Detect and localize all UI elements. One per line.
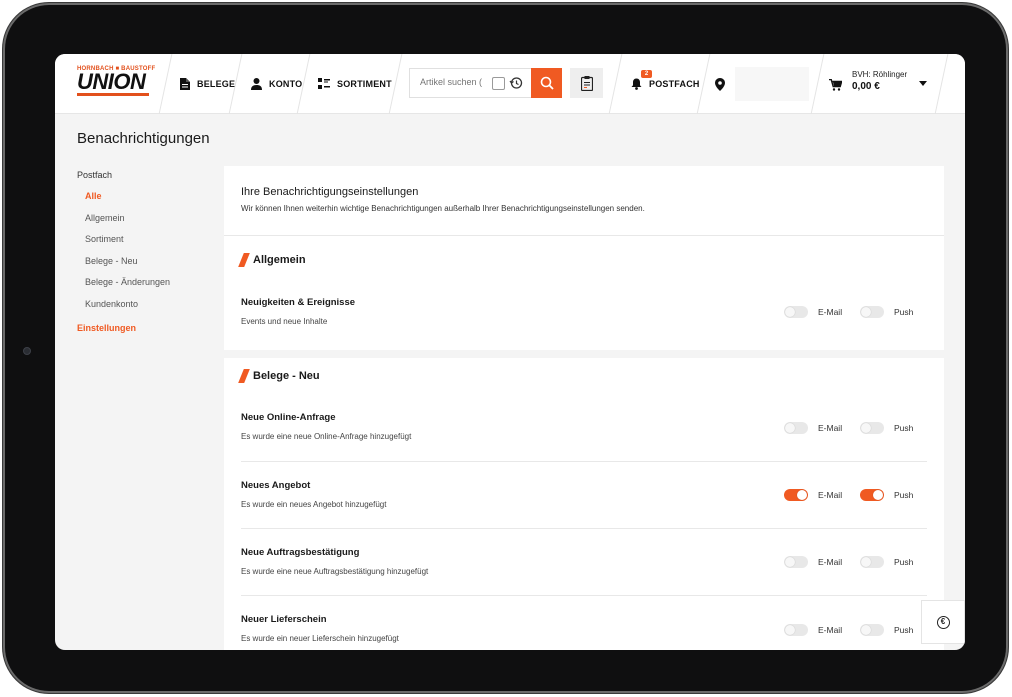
row-title: Neues Angebot <box>241 480 311 491</box>
euro-icon: € <box>936 615 950 629</box>
row-desc: Es wurde eine neue Auftragsbestätigung h… <box>241 567 429 576</box>
cart-summary[interactable]: BVH: Röhlinger 0,00 € <box>852 70 907 92</box>
push-toggle-angebot[interactable] <box>860 489 884 501</box>
nav-konto-label: KONTO <box>269 79 303 89</box>
row-title: Neue Online-Anfrage <box>241 412 336 423</box>
section-title-belege-neu: Belege - Neu <box>238 369 320 383</box>
nav-sortiment[interactable]: SORTIMENT <box>318 76 392 92</box>
section-title-allgemein: Allgemein <box>238 253 306 267</box>
row-divider <box>241 461 927 462</box>
search-box <box>409 68 531 98</box>
email-label: E-Mail <box>818 490 843 500</box>
push-toggle-neuigkeiten[interactable] <box>860 306 884 318</box>
currency-button[interactable]: € <box>921 600 965 644</box>
intro-block: Ihre Benachrichtigungseinstellungen Wir … <box>241 186 645 213</box>
grid-icon <box>318 78 330 89</box>
email-label: E-Mail <box>818 423 843 433</box>
row-title: Neuigkeiten & Ereignisse <box>241 297 356 308</box>
settings-panel: Ihre Benachrichtigungseinstellungen Wir … <box>224 166 944 650</box>
user-icon <box>251 78 262 90</box>
row-title: Neuer Lieferschein <box>241 614 327 625</box>
camera <box>23 347 31 355</box>
email-toggle-angebot[interactable] <box>784 489 808 501</box>
notification-badge: 2 <box>641 70 652 78</box>
slash-icon <box>238 369 250 383</box>
push-label: Push <box>894 423 914 433</box>
email-label: E-Mail <box>818 557 843 567</box>
section-title-label: Belege - Neu <box>253 370 320 382</box>
location-button[interactable] <box>715 76 725 92</box>
logo-wordmark: UNION <box>77 69 146 94</box>
union-logo[interactable]: HORNBACH ■ BAUSTOFF UNION <box>77 66 155 102</box>
email-toggle-online-anfrage[interactable] <box>784 422 808 434</box>
email-label: E-Mail <box>818 307 843 317</box>
sidebar-item-belege-neu[interactable]: Belege - Neu <box>77 256 227 279</box>
nav-sortiment-label: SORTIMENT <box>337 79 392 89</box>
email-toggle-lieferschein[interactable] <box>784 624 808 636</box>
sidebar-heading: Postfach <box>77 170 113 180</box>
row-desc: Events und neue Inhalte <box>241 317 328 326</box>
email-toggle-neuigkeiten[interactable] <box>784 306 808 318</box>
header-divider <box>158 54 173 114</box>
section-title-label: Allgemein <box>253 254 306 266</box>
sidebar-item-alle[interactable]: Alle <box>77 192 227 214</box>
sidebar: Postfach Alle Allgemein Sortiment Belege… <box>77 170 227 333</box>
push-label: Push <box>894 490 914 500</box>
row-desc: Es wurde ein neues Angebot hinzugefügt <box>241 500 387 509</box>
cart-button[interactable] <box>829 77 842 93</box>
intro-text: Wir können Ihnen weiterhin wichtige Bena… <box>241 204 645 213</box>
row-divider <box>241 595 927 596</box>
push-label: Push <box>894 557 914 567</box>
history-icon[interactable] <box>509 76 523 93</box>
nav-postfach-label: POSTFACH <box>649 79 700 89</box>
document-icon <box>180 78 190 90</box>
push-label: Push <box>894 307 914 317</box>
push-label: Push <box>894 625 914 635</box>
row-title: Neue Auftragsbestätigung <box>241 547 360 558</box>
tablet-frame: HORNBACH ■ BAUSTOFF UNION BELEGE KONTO S… <box>3 3 1008 693</box>
cart-amount: 0,00 € <box>852 81 880 92</box>
page-title: Benachrichtigungen <box>77 130 210 147</box>
slash-icon <box>238 253 250 267</box>
push-toggle-lieferschein[interactable] <box>860 624 884 636</box>
app-screen: HORNBACH ■ BAUSTOFF UNION BELEGE KONTO S… <box>55 54 965 650</box>
search-checkbox[interactable] <box>492 77 505 90</box>
email-toggle-auftragsbestaetigung[interactable] <box>784 556 808 568</box>
nav-postfach[interactable]: POSTFACH <box>631 76 700 92</box>
row-desc: Es wurde ein neuer Lieferschein hinzugef… <box>241 634 399 643</box>
search-button[interactable] <box>531 68 562 98</box>
row-desc: Es wurde eine neue Online-Anfrage hinzug… <box>241 432 412 441</box>
top-header: HORNBACH ■ BAUSTOFF UNION BELEGE KONTO S… <box>55 54 965 114</box>
header-divider <box>608 54 623 114</box>
clipboard-button[interactable] <box>570 68 603 98</box>
sidebar-item-allgemein[interactable]: Allgemein <box>77 213 227 236</box>
clipboard-icon <box>580 75 593 91</box>
nav-konto[interactable]: KONTO <box>251 76 302 92</box>
sidebar-item-kundenkonto[interactable]: Kundenkonto <box>77 299 227 322</box>
divider <box>224 235 944 236</box>
push-toggle-auftragsbestaetigung[interactable] <box>860 556 884 568</box>
sidebar-item-einstellungen[interactable]: Einstellungen <box>77 323 227 333</box>
location-pin-icon <box>715 77 725 91</box>
row-divider <box>241 528 927 529</box>
search-input[interactable] <box>420 77 490 87</box>
sidebar-item-sortiment[interactable]: Sortiment <box>77 235 227 257</box>
push-toggle-online-anfrage[interactable] <box>860 422 884 434</box>
email-label: E-Mail <box>818 625 843 635</box>
sidebar-item-belege-aenderungen[interactable]: Belege - Änderungen <box>77 278 227 300</box>
intro-title: Ihre Benachrichtigungseinstellungen <box>241 186 419 198</box>
nav-belege[interactable]: BELEGE <box>180 76 235 92</box>
header-divider <box>934 54 949 114</box>
bell-icon <box>631 78 642 90</box>
location-field[interactable] <box>735 67 809 101</box>
cart-icon <box>829 79 842 91</box>
search-icon <box>540 76 554 90</box>
nav-belege-label: BELEGE <box>197 79 236 89</box>
section-gap <box>224 350 944 358</box>
project-name: BVH: Röhlinger <box>852 70 908 79</box>
chevron-down-icon[interactable] <box>919 81 927 86</box>
header-divider <box>810 54 825 114</box>
